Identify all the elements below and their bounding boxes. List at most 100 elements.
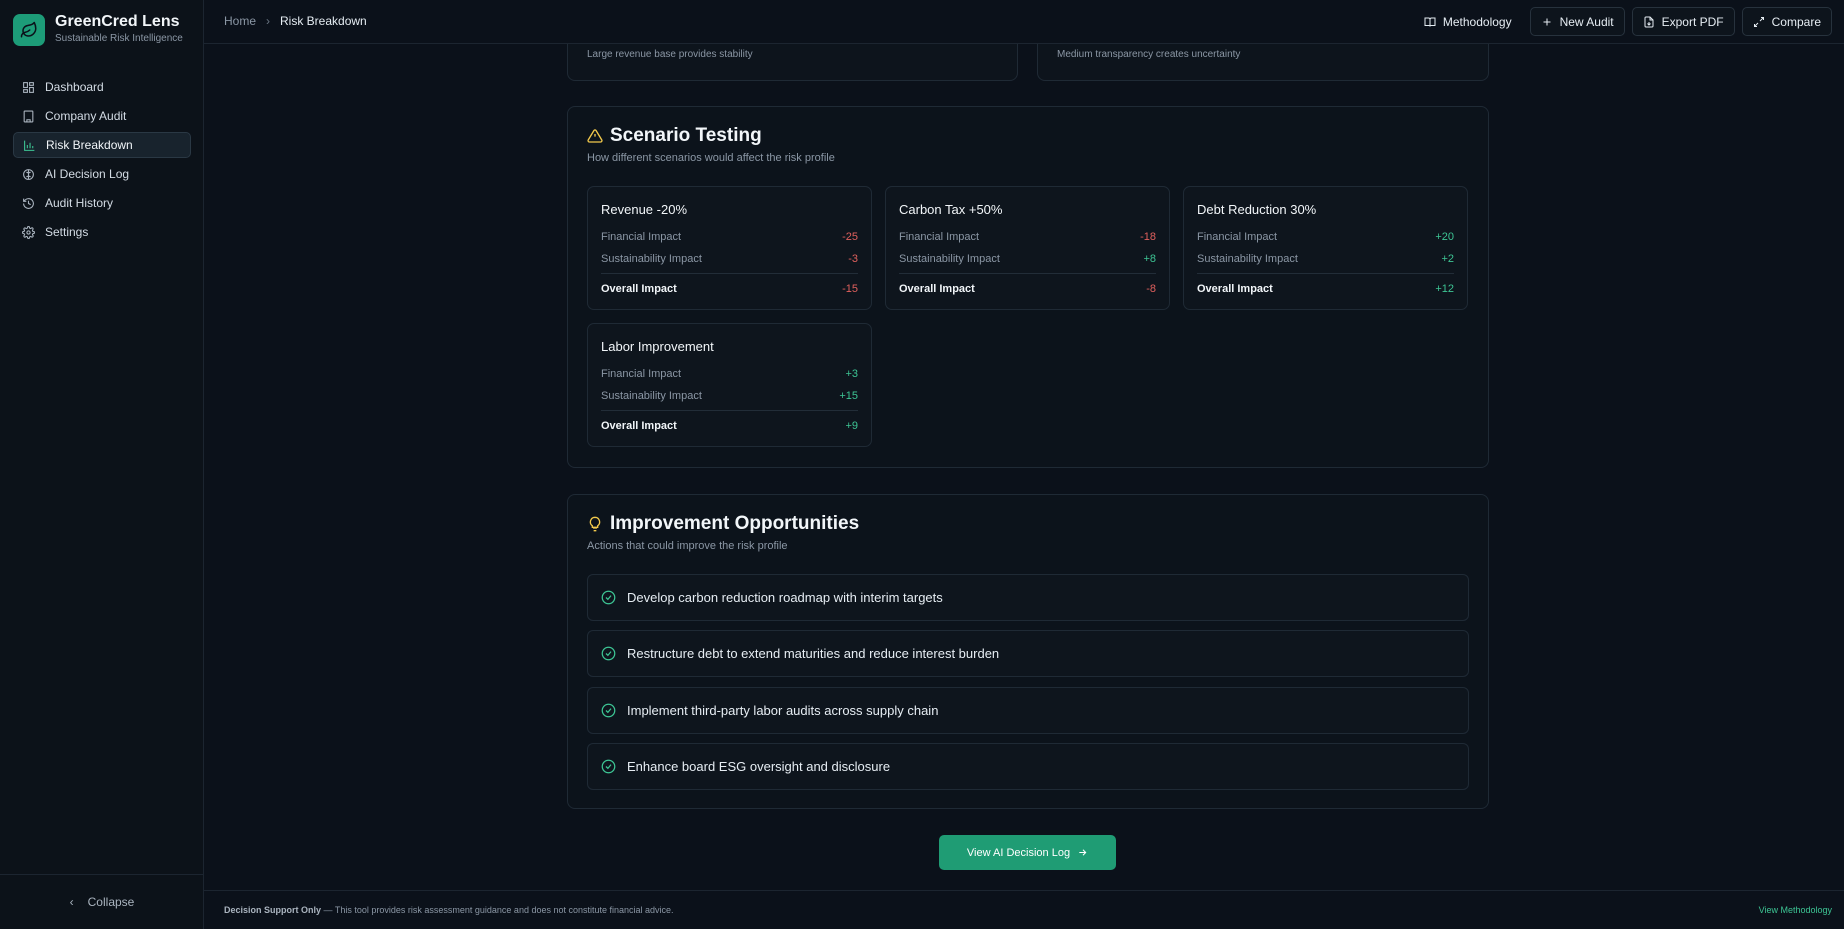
collapse-button[interactable]: ‹ Collapse bbox=[0, 874, 204, 929]
plus-icon bbox=[1543, 18, 1551, 25]
breadcrumb-current: Risk Breakdown bbox=[280, 14, 367, 28]
scenario-card: Debt Reduction 30% Financial Impact +20 … bbox=[1183, 186, 1468, 310]
row-label: Sustainability Impact bbox=[601, 253, 702, 265]
row-value: +2 bbox=[1441, 253, 1454, 265]
check-circle-icon bbox=[601, 646, 616, 661]
view-methodology-link[interactable]: View Methodology bbox=[1759, 905, 1832, 915]
sustainability-impact-row: Sustainability Impact +2 bbox=[1197, 253, 1454, 265]
scenario-title: Labor Improvement bbox=[601, 339, 714, 354]
row-label: Sustainability Impact bbox=[899, 253, 1000, 265]
check-circle-icon bbox=[601, 759, 616, 774]
sustainability-impact-row: Sustainability Impact +15 bbox=[601, 390, 858, 402]
brand-name: GreenCred Lens bbox=[55, 13, 180, 30]
disclaimer: Decision Support Only — This tool provid… bbox=[224, 905, 674, 915]
sidebar-item-audit-history[interactable]: Audit History bbox=[13, 190, 191, 216]
sidebar-item-label: Dashboard bbox=[45, 80, 104, 94]
section-title: Improvement Opportunities bbox=[587, 513, 859, 535]
row-label: Financial Impact bbox=[899, 231, 980, 243]
brand[interactable]: GreenCred Lens Sustainable Risk Intellig… bbox=[13, 13, 183, 46]
dashboard-icon bbox=[23, 81, 34, 93]
opportunity-item: Develop carbon reduction roadmap with in… bbox=[587, 574, 1469, 621]
new-audit-label: New Audit bbox=[1559, 14, 1614, 29]
row-value: +9 bbox=[845, 420, 858, 432]
row-label: Sustainability Impact bbox=[601, 390, 702, 402]
row-label: Financial Impact bbox=[1197, 231, 1278, 243]
sidebar-item-label: Audit History bbox=[45, 196, 114, 210]
breadcrumb: Home › Risk Breakdown bbox=[224, 14, 367, 28]
section-description: How different scenarios would affect the… bbox=[587, 152, 835, 164]
opportunity-text: Restructure debt to extend maturities an… bbox=[627, 646, 1000, 661]
header-actions: Methodology New Audit Export PDF Compare bbox=[1406, 7, 1832, 36]
overall-impact-row: Overall Impact -15 bbox=[601, 283, 858, 295]
lightbulb-icon bbox=[589, 516, 601, 532]
sidebar-item-settings[interactable]: Settings bbox=[13, 219, 191, 245]
sidebar-item-label: Settings bbox=[45, 225, 89, 239]
brand-subtitle: Sustainable Risk Intelligence bbox=[55, 33, 183, 44]
sidebar-item-label: AI Decision Log bbox=[45, 167, 130, 181]
book-icon bbox=[1424, 17, 1436, 27]
divider bbox=[601, 410, 858, 411]
export-pdf-button[interactable]: Export PDF bbox=[1631, 7, 1735, 36]
new-audit-button[interactable]: New Audit bbox=[1529, 7, 1625, 36]
row-value: +15 bbox=[839, 390, 858, 402]
scenario-testing-section: Scenario Testing How different scenarios… bbox=[567, 106, 1489, 468]
overall-impact-row: Overall Impact -8 bbox=[899, 283, 1156, 295]
sidebar-item-label: Company Audit bbox=[45, 109, 127, 123]
row-value: -18 bbox=[1140, 231, 1156, 243]
sidebar-item-ai-decision-log[interactable]: AI Decision Log bbox=[13, 161, 191, 187]
arrow-right-icon bbox=[1079, 849, 1087, 856]
sustainability-impact-row: Sustainability Impact -3 bbox=[601, 253, 858, 265]
warning-icon bbox=[587, 129, 603, 143]
sidebar-item-risk-breakdown[interactable]: Risk Breakdown bbox=[13, 132, 191, 158]
row-label: Sustainability Impact bbox=[1197, 253, 1298, 265]
row-value: -3 bbox=[848, 253, 858, 265]
check-circle-icon bbox=[601, 703, 616, 718]
building-icon bbox=[23, 110, 34, 122]
history-icon bbox=[23, 197, 34, 209]
sidebar-item-label: Risk Breakdown bbox=[46, 138, 133, 152]
sidebar-item-company-audit[interactable]: Company Audit bbox=[13, 103, 191, 129]
section-title-text: Scenario Testing bbox=[610, 125, 762, 146]
scenario-title: Debt Reduction 30% bbox=[1197, 202, 1317, 217]
opportunity-item: Restructure debt to extend maturities an… bbox=[587, 630, 1469, 677]
divider bbox=[899, 273, 1156, 274]
export-pdf-label: Export PDF bbox=[1661, 14, 1724, 29]
opportunity-text: Develop carbon reduction roadmap with in… bbox=[627, 590, 943, 605]
financial-impact-row: Financial Impact +20 bbox=[1197, 231, 1454, 243]
breadcrumb-home-link[interactable]: Home bbox=[224, 14, 256, 28]
disclaimer-bold: Decision Support Only bbox=[224, 905, 322, 915]
opportunity-text: Enhance board ESG oversight and disclosu… bbox=[627, 759, 891, 774]
sidebar-nav: Dashboard Company Audit Risk Breakdown A… bbox=[13, 74, 191, 248]
card-note: Large revenue base provides stability bbox=[587, 49, 753, 60]
collapse-label: Collapse bbox=[87, 895, 135, 909]
methodology-button[interactable]: Methodology bbox=[1413, 7, 1523, 36]
row-value: +12 bbox=[1435, 283, 1454, 295]
section-description: Actions that could improve the risk prof… bbox=[587, 540, 788, 552]
bar-chart-icon bbox=[24, 140, 35, 151]
compare-arrows-icon bbox=[1753, 16, 1764, 27]
scenario-card: Labor Improvement Financial Impact +3 Su… bbox=[587, 323, 872, 447]
sustainability-impact-row: Sustainability Impact +8 bbox=[899, 253, 1156, 265]
opportunity-item: Implement third-party labor audits acros… bbox=[587, 687, 1469, 734]
row-label: Financial Impact bbox=[601, 231, 682, 243]
row-label: Overall Impact bbox=[601, 283, 677, 295]
scenario-title: Carbon Tax +50% bbox=[899, 202, 1003, 217]
overall-impact-row: Overall Impact +9 bbox=[601, 420, 858, 432]
opportunity-text: Implement third-party labor audits acros… bbox=[627, 703, 939, 718]
scenario-title: Revenue -20% bbox=[601, 202, 687, 217]
chevron-right-icon: › bbox=[266, 14, 271, 28]
divider bbox=[1197, 273, 1454, 274]
row-label: Overall Impact bbox=[601, 420, 677, 432]
improvement-opportunities-section: Improvement Opportunities Actions that c… bbox=[567, 494, 1489, 809]
row-label: Overall Impact bbox=[899, 283, 975, 295]
compare-button[interactable]: Compare bbox=[1741, 7, 1832, 36]
leaf-logo-icon bbox=[13, 13, 45, 46]
check-circle-icon bbox=[601, 590, 616, 605]
footer: Decision Support Only — This tool provid… bbox=[204, 890, 1844, 929]
sidebar-item-dashboard[interactable]: Dashboard bbox=[13, 74, 191, 100]
section-title: Scenario Testing bbox=[587, 125, 762, 147]
scenario-card: Revenue -20% Financial Impact -25 Sustai… bbox=[587, 186, 872, 310]
view-ai-decision-log-button[interactable]: View AI Decision Log bbox=[939, 835, 1116, 870]
top-header: Home › Risk Breakdown Methodology New Au… bbox=[204, 0, 1844, 44]
divider bbox=[601, 273, 858, 274]
